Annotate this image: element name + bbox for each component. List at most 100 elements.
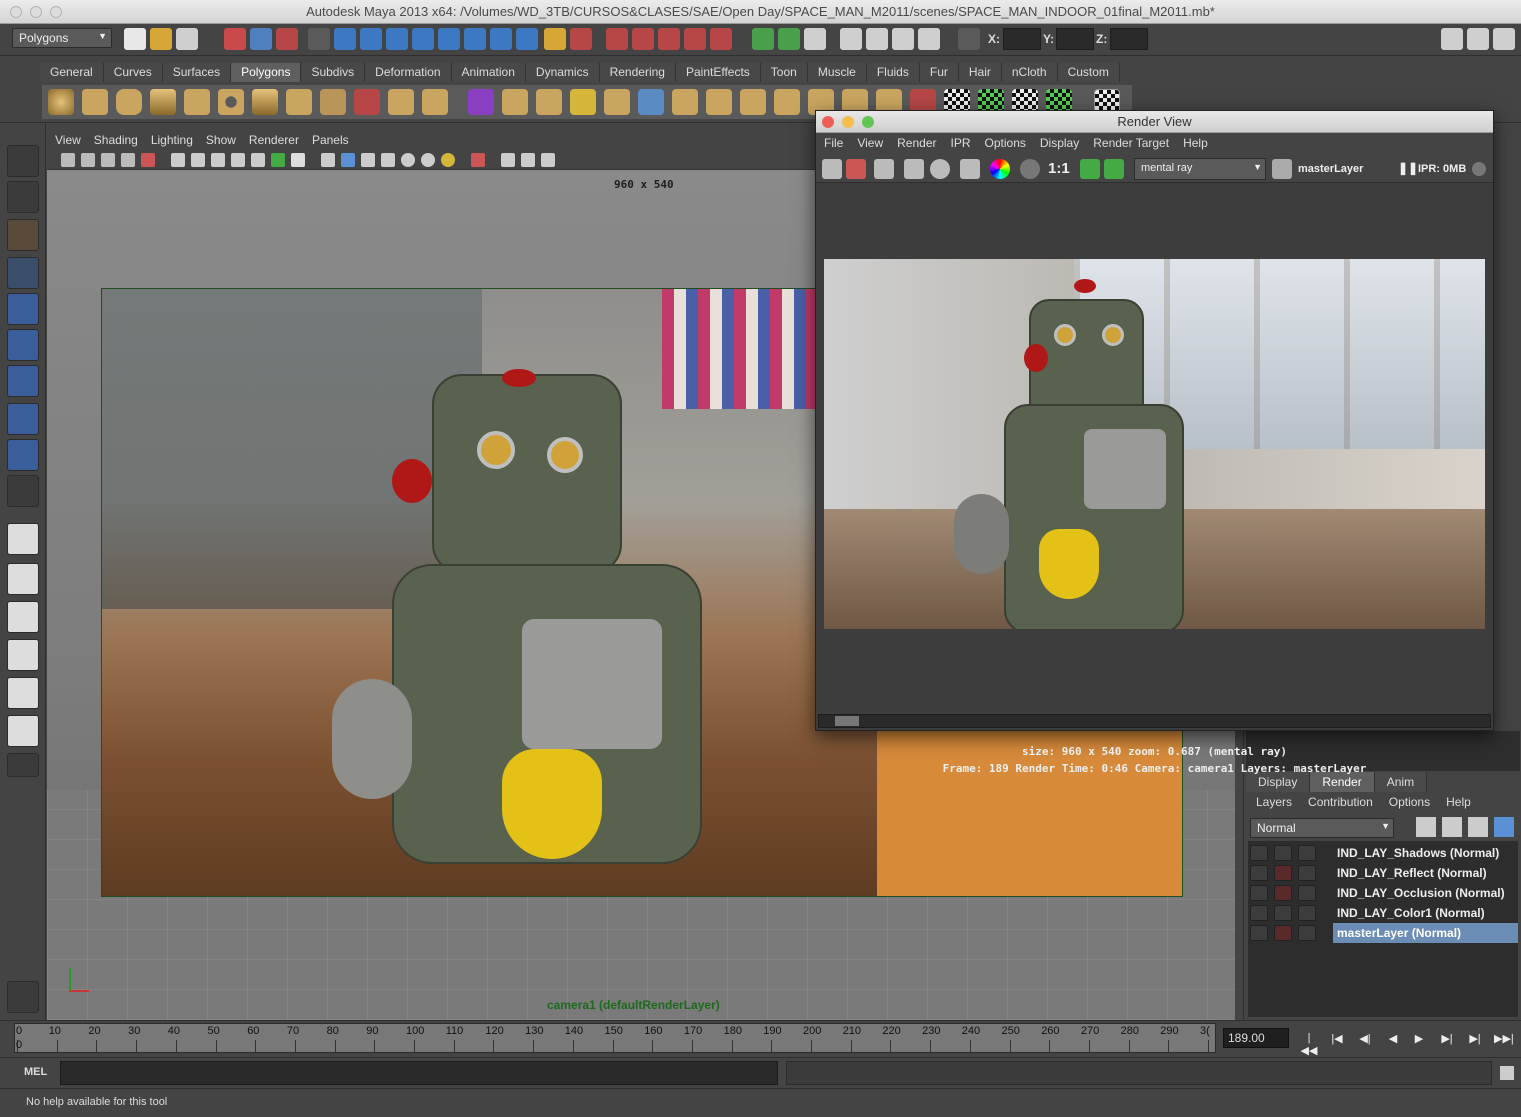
- snap-curve-icon[interactable]: [360, 28, 382, 50]
- shelf-tab-hair[interactable]: Hair: [958, 63, 1002, 82]
- blend-mode-dropdown[interactable]: Normal ▼: [1250, 818, 1394, 838]
- render-settings-toggle-icon[interactable]: [1298, 865, 1316, 881]
- real-size-button[interactable]: 1:1: [1048, 160, 1070, 177]
- attribute-editor-toggle-icon[interactable]: [804, 28, 826, 50]
- make-live-icon[interactable]: [438, 28, 460, 50]
- shelf-tab-animation[interactable]: Animation: [451, 63, 526, 82]
- separate-icon[interactable]: [388, 89, 414, 115]
- combine-icon[interactable]: [354, 89, 380, 115]
- xray-joints-icon[interactable]: [521, 153, 535, 167]
- xray-components-icon[interactable]: [541, 153, 555, 167]
- shelf-tab-custom[interactable]: Custom: [1057, 63, 1120, 82]
- bevel-icon[interactable]: [706, 89, 732, 115]
- gate-mask-icon[interactable]: [231, 153, 245, 167]
- snapshot-icon[interactable]: [874, 159, 894, 179]
- soft-modification-icon[interactable]: [7, 403, 39, 435]
- outliner-graph-layout-icon[interactable]: [7, 715, 39, 747]
- shelf-tab-ncloth[interactable]: nCloth: [1001, 63, 1058, 82]
- field-chart-icon[interactable]: [251, 153, 265, 167]
- graph-persp-layout-icon[interactable]: [7, 639, 39, 671]
- shelf-tab-painteffects[interactable]: PaintEffects: [675, 63, 761, 82]
- hypershade-icon[interactable]: [710, 28, 732, 50]
- rv-menu-render-target[interactable]: Render Target: [1093, 133, 1169, 153]
- tool-settings-icon[interactable]: [1467, 28, 1489, 50]
- layer-row[interactable]: IND_LAY_Color1 (Normal): [1248, 903, 1518, 923]
- render-settings-toggle-icon[interactable]: [1298, 905, 1316, 921]
- split-polygon-icon[interactable]: [604, 89, 630, 115]
- ipr-render-icon[interactable]: [904, 159, 924, 179]
- shelf-tab-polygons[interactable]: Polygons: [231, 63, 302, 82]
- camera-attributes-icon[interactable]: [81, 153, 95, 167]
- shelf-tab-dynamics[interactable]: Dynamics: [525, 63, 600, 82]
- tab-display[interactable]: Display: [1246, 772, 1311, 792]
- select-camera-icon[interactable]: [61, 153, 75, 167]
- create-layer-from-selected-icon[interactable]: [1468, 817, 1488, 837]
- x-field[interactable]: [1003, 28, 1041, 50]
- shelf-tab-toon[interactable]: Toon: [760, 63, 808, 82]
- poly-cube-icon[interactable]: [82, 89, 108, 115]
- quick-layout-icon[interactable]: [7, 981, 39, 1013]
- ipr-render-icon[interactable]: [658, 28, 680, 50]
- select-component-icon[interactable]: [276, 28, 298, 50]
- renderable-toggle-icon[interactable]: [1250, 865, 1268, 881]
- batch-render-icon[interactable]: [866, 28, 888, 50]
- recycle-icon[interactable]: [1274, 885, 1292, 901]
- menu-set-dropdown[interactable]: Polygons ▼: [12, 28, 112, 48]
- render-settings-toggle-icon[interactable]: [1298, 925, 1316, 941]
- rv-menu-help[interactable]: Help: [1183, 133, 1208, 153]
- alpha-channel-icon[interactable]: [1020, 159, 1040, 179]
- grid-icon[interactable]: [171, 153, 185, 167]
- current-frame-field[interactable]: 189.00: [1223, 1028, 1289, 1048]
- render-view-icon[interactable]: [840, 28, 862, 50]
- play-forwards-icon[interactable]: ▶: [1410, 1032, 1428, 1046]
- render-current-frame-icon[interactable]: [632, 28, 654, 50]
- z-field[interactable]: [1110, 28, 1148, 50]
- step-back-icon[interactable]: |◀: [1328, 1032, 1346, 1046]
- step-forward-icon[interactable]: ▶|: [1466, 1032, 1484, 1046]
- show-manipulator-icon[interactable]: [7, 439, 39, 471]
- pause-ipr-icon[interactable]: ❚❚: [1398, 161, 1418, 175]
- film-gate-icon[interactable]: [191, 153, 205, 167]
- transform-mode-icon[interactable]: [958, 28, 980, 50]
- recycle-icon[interactable]: [1274, 905, 1292, 921]
- snap-view-plane-icon[interactable]: [412, 28, 434, 50]
- command-input[interactable]: [60, 1061, 778, 1085]
- chamfer-icon[interactable]: [740, 89, 766, 115]
- layer-menu-layers[interactable]: Layers: [1246, 794, 1292, 809]
- xray-icon[interactable]: [471, 153, 485, 167]
- tab-render[interactable]: Render: [1310, 772, 1375, 792]
- universal-manipulator-icon[interactable]: [7, 365, 39, 397]
- shelf-tab-fluids[interactable]: Fluids: [866, 63, 920, 82]
- rgb-channels-icon[interactable]: [990, 159, 1010, 179]
- shelf-tab-surfaces[interactable]: Surfaces: [162, 63, 232, 82]
- hypershade-persp-layout-icon[interactable]: [7, 677, 39, 709]
- save-scene-icon[interactable]: [176, 28, 198, 50]
- remove-image-icon[interactable]: [1104, 159, 1124, 179]
- renderable-toggle-icon[interactable]: [1250, 925, 1268, 941]
- create-empty-layer-icon[interactable]: [1442, 817, 1462, 837]
- outliner-persp-layout-icon[interactable]: [7, 601, 39, 633]
- renderer-dropdown[interactable]: mental ray ▼: [1134, 158, 1266, 180]
- layer-menu-options[interactable]: Options: [1379, 794, 1430, 809]
- layer-row[interactable]: IND_LAY_Occlusion (Normal): [1248, 883, 1518, 903]
- render-settings-toggle-icon[interactable]: [1298, 845, 1316, 861]
- snap-point-icon[interactable]: [386, 28, 408, 50]
- boolean-icon[interactable]: [422, 89, 448, 115]
- new-scene-icon[interactable]: [124, 28, 146, 50]
- time-slider-track[interactable]: 0 10 20 30 40 50 60 70 80 90 100 110 120 130 140 150 160…: [14, 1023, 1216, 1053]
- help-icon[interactable]: [516, 28, 538, 50]
- recycle-icon[interactable]: [1274, 865, 1292, 881]
- poly-pyramid-icon[interactable]: [252, 89, 278, 115]
- new-layer-icon[interactable]: [1494, 817, 1514, 837]
- shelf-tab-subdivs[interactable]: Subdivs: [301, 63, 366, 82]
- renderable-toggle-icon[interactable]: [1250, 885, 1268, 901]
- viewport-menu-lighting[interactable]: Lighting: [151, 130, 200, 150]
- insert-edge-loop-icon[interactable]: [638, 89, 664, 115]
- rv-menu-options[interactable]: Options: [985, 133, 1026, 153]
- single-perspective-layout-icon[interactable]: [7, 523, 39, 555]
- mel-label[interactable]: MEL: [24, 1066, 47, 1078]
- select-object-icon[interactable]: [250, 28, 272, 50]
- lights-icon[interactable]: [441, 153, 455, 167]
- append-polygon-icon[interactable]: [570, 89, 596, 115]
- rv-menu-view[interactable]: View: [857, 133, 883, 153]
